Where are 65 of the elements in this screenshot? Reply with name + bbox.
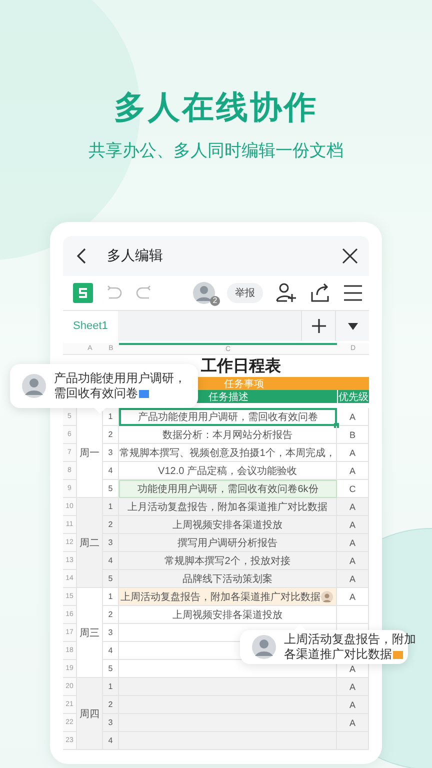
headline: 多人在线协作 bbox=[114, 88, 318, 127]
nav-title: 多人编辑 bbox=[107, 247, 164, 265]
avatar-icon bbox=[321, 591, 333, 603]
table-cell: 2 bbox=[103, 606, 119, 624]
table-cell: 常规脚本撰写2个，投放对接 bbox=[119, 552, 337, 570]
table-cell: A bbox=[337, 408, 369, 426]
table-cell: 4 bbox=[103, 552, 119, 570]
table-cell: A bbox=[337, 444, 369, 462]
table-cell: 品牌线下活动策划案 bbox=[119, 570, 337, 588]
table-cell: 上月活动复盘报告，附加各渠道推广对比数据 bbox=[119, 498, 337, 516]
table-cell: A bbox=[337, 570, 369, 588]
app-logo-icon[interactable] bbox=[73, 283, 93, 303]
day-cell: 周四 bbox=[77, 678, 103, 750]
column-title: 优先级 bbox=[337, 390, 369, 403]
table-cell: 功能使用用户调研，需回收有效问卷6k份 bbox=[119, 480, 337, 498]
table-cell: A bbox=[337, 678, 369, 696]
table-cell: A bbox=[337, 498, 369, 516]
collaborator-count: 2 bbox=[210, 296, 220, 306]
report-button[interactable]: 举报 bbox=[227, 283, 263, 303]
table-cell: 4 bbox=[103, 462, 119, 480]
table-cell: 4 bbox=[103, 732, 119, 750]
table-cell: 上周活动复盘报告，附加各渠道推广对比数据 bbox=[119, 588, 337, 606]
table-cell: 3 bbox=[103, 624, 119, 642]
table-cell: 3 bbox=[103, 714, 119, 732]
table-cell: B bbox=[337, 426, 369, 444]
table-cell: 1 bbox=[103, 678, 119, 696]
table-cell: 数据分析：本月网站分析报告 bbox=[119, 426, 337, 444]
dropdown-icon bbox=[348, 322, 358, 330]
table-cell: A bbox=[337, 696, 369, 714]
table-cell: A bbox=[337, 534, 369, 552]
comment-text: 上周活动复盘报告，附加 bbox=[284, 632, 416, 647]
table-cell: A bbox=[337, 552, 369, 570]
add-sheet-button[interactable] bbox=[301, 311, 335, 341]
table-cell: A bbox=[337, 588, 369, 606]
avatar-icon bbox=[252, 635, 276, 659]
table-cell: 2 bbox=[103, 426, 119, 444]
table-cell: 4 bbox=[103, 642, 119, 660]
selection-handle[interactable] bbox=[334, 423, 339, 428]
table-cell: A bbox=[337, 462, 369, 480]
table-cell: 常规脚本撰写、视频创意及拍摄1个，本周完成， bbox=[119, 444, 337, 462]
table-cell: 5 bbox=[103, 570, 119, 588]
comment-text: 各渠道推广对比数据 bbox=[284, 647, 392, 662]
menu-icon[interactable] bbox=[343, 284, 363, 302]
table-cell: 2 bbox=[103, 696, 119, 714]
table-cell: 产品功能使用用户调研，需回收有效问卷 bbox=[119, 408, 337, 426]
table-cell: A bbox=[337, 516, 369, 534]
sheet-title: 工作日程表 bbox=[200, 356, 282, 376]
table-cell: 上周视频安排各渠道投放 bbox=[119, 606, 337, 624]
plus-icon bbox=[312, 319, 326, 333]
table-cell: 3 bbox=[103, 534, 119, 552]
sheet-tab[interactable]: Sheet1 bbox=[63, 311, 118, 341]
table-cell: 3 bbox=[103, 444, 119, 462]
table-cell: 1 bbox=[103, 498, 119, 516]
table-cell: A bbox=[337, 714, 369, 732]
table-cell: 2 bbox=[103, 516, 119, 534]
day-cell: 周二 bbox=[77, 498, 103, 588]
share-icon[interactable] bbox=[309, 282, 331, 304]
table-cell: 上周视频安排各渠道投放 bbox=[119, 516, 337, 534]
close-icon[interactable] bbox=[341, 247, 359, 265]
sheet-menu-button[interactable] bbox=[335, 311, 369, 341]
avatar-icon bbox=[22, 374, 46, 398]
table-cell: 撰写用户调研分析报告 bbox=[119, 534, 337, 552]
avatar-icon[interactable] bbox=[193, 282, 215, 304]
add-person-icon[interactable] bbox=[275, 282, 297, 304]
subtitle: 共享办公、多人同时编辑一份文档 bbox=[88, 140, 344, 162]
